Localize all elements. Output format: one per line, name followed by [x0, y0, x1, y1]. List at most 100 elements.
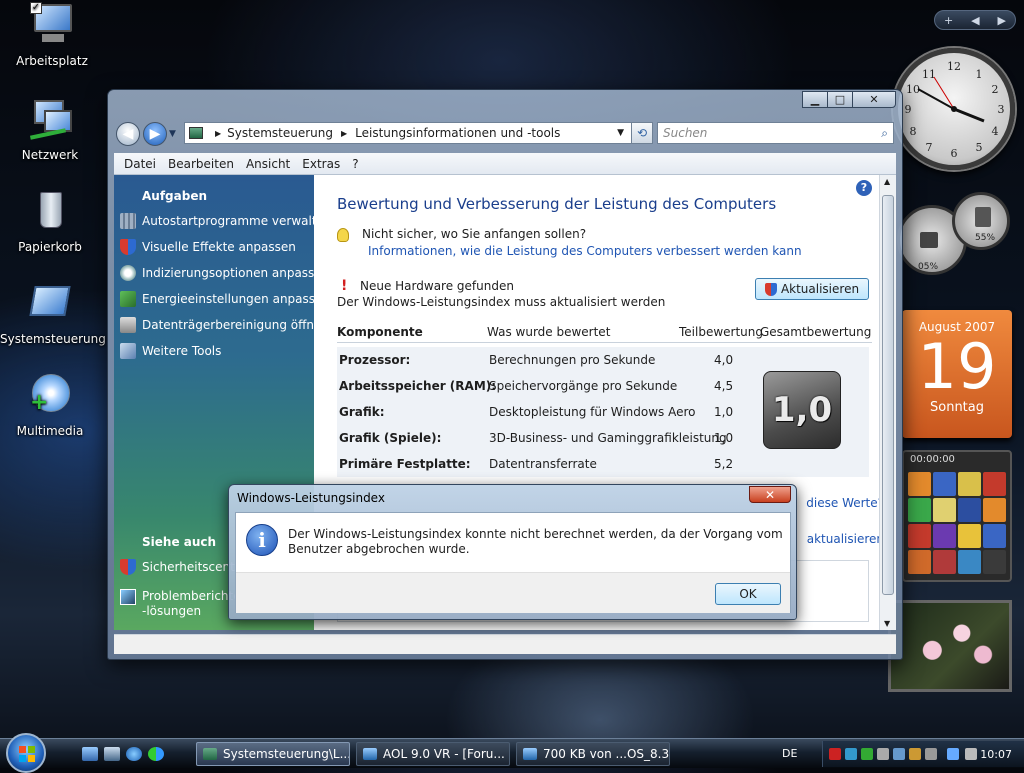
desktop-icon-recycle-bin[interactable]: Papierkorb [0, 188, 100, 254]
slideshow-gadget[interactable] [888, 600, 1012, 692]
update-button[interactable]: Aktualisieren [755, 278, 869, 300]
memory-gauge[interactable]: 55% [952, 192, 1010, 250]
show-desktop-icon[interactable] [82, 747, 98, 761]
memory-icon [975, 207, 991, 227]
component-name: Grafik: [339, 405, 385, 419]
task-label: Datenträgerbereinigung öffnen [142, 318, 330, 332]
volume-icon[interactable] [965, 748, 977, 760]
maximize-button[interactable]: □ [827, 91, 853, 108]
start-button[interactable] [6, 733, 46, 773]
error-dialog[interactable]: Windows-Leistungsindex ✕ i Der Windows-L… [228, 484, 797, 620]
tray-app-icon[interactable] [925, 748, 937, 760]
tray-app-icon[interactable] [877, 748, 889, 760]
task-power[interactable]: Energieeinstellungen anpassen [114, 286, 330, 312]
grid-icon [120, 213, 136, 229]
component-name: Prozessor: [339, 353, 411, 367]
clock-gadget[interactable]: 12 3 6 9 1245 7 8 10 11 [893, 48, 1015, 170]
previous-icon[interactable]: ◀ [971, 14, 979, 27]
calendar-gadget[interactable]: August 2007 19 Sonntag [902, 310, 1012, 438]
component-name: Grafik (Spiele): [339, 431, 442, 445]
calendar-day: 19 [917, 330, 997, 403]
ok-button[interactable]: OK [715, 583, 781, 605]
switch-windows-icon[interactable] [104, 747, 120, 761]
taskbar-button-download[interactable]: 700 KB von ...OS_8.3... [516, 742, 670, 766]
next-icon[interactable]: ▶ [998, 14, 1006, 27]
menu-help[interactable]: ? [346, 157, 364, 171]
taskbar-button-label: Systemsteuerung\L... [223, 747, 350, 761]
vertical-scrollbar[interactable]: ▲ ▼ [879, 175, 896, 630]
rated-what: Desktopleistung für Windows Aero [489, 405, 696, 419]
svg-text:12: 12 [947, 60, 961, 73]
internet-explorer-icon[interactable] [126, 747, 142, 761]
desktop-icon-computer[interactable]: ✓ Arbeitsplatz [2, 2, 102, 68]
sidebar-controls[interactable]: + ◀ ▶ [934, 10, 1016, 30]
problem-reports-icon [120, 589, 136, 605]
menu-ansicht[interactable]: Ansicht [240, 157, 296, 171]
tray-app-icon[interactable] [909, 748, 921, 760]
taskbar-clock[interactable]: 10:07 [980, 748, 1012, 761]
tip-link[interactable]: Informationen, wie die Leistung des Comp… [368, 244, 802, 258]
hw-text: Der Windows-Leistungsindex muss aktualis… [337, 295, 666, 309]
windows-logo-icon [19, 746, 35, 762]
search-icon[interactable]: ⌕ [881, 126, 888, 141]
update-button-label: Aktualisieren [780, 282, 860, 296]
rated-what: 3D-Business- und Gaminggrafikleistung [489, 431, 727, 445]
table-row: Primäre Festplatte: Datentransferrate 5,… [337, 451, 737, 477]
column-header: Teilbewertung [679, 325, 764, 339]
ati-icon[interactable] [829, 748, 841, 760]
scroll-up-icon[interactable]: ▲ [884, 177, 890, 186]
address-bar[interactable]: ▶ Systemsteuerung ▶ Leistungsinformation… [184, 122, 649, 144]
task-visual-effects[interactable]: Visuelle Effekte anpassen [114, 234, 314, 260]
tray-app-icon[interactable] [861, 748, 873, 760]
task-disk-cleanup[interactable]: Datenträgerbereinigung öffnen [114, 312, 329, 338]
scroll-down-icon[interactable]: ▼ [884, 619, 890, 628]
search-input[interactable]: Suchen ⌕ [657, 122, 894, 144]
subscore: 1,0 [714, 431, 734, 445]
desktop-icon-multimedia[interactable]: + Multimedia [0, 372, 100, 438]
taskbar-button-label: AOL 9.0 VR - [Foru... [383, 747, 505, 761]
puzzle-timer: 00:00:00 [910, 454, 955, 465]
puzzle-grid[interactable] [908, 472, 1006, 574]
desktop-icon-label: Netzwerk [21, 148, 79, 162]
task-autostart[interactable]: Autostartprogramme verwalten [114, 208, 332, 234]
status-bar [114, 634, 896, 654]
menu-extras[interactable]: Extras [296, 157, 346, 171]
notification-area: 10:07 [822, 741, 1024, 767]
picture-puzzle-gadget[interactable]: 00:00:00 [902, 450, 1012, 582]
menu-bearbeiten[interactable]: Bearbeiten [162, 157, 240, 171]
messenger-icon[interactable] [148, 747, 164, 761]
desktop-icon-network[interactable]: Netzwerk [0, 96, 100, 162]
tray-app-icon[interactable] [893, 748, 905, 760]
desktop-icon-control-panel[interactable]: Systemsteuerung [0, 280, 106, 346]
breadcrumb-systemsteuerung[interactable]: Systemsteuerung [227, 126, 333, 140]
computer-icon: ✓ [28, 2, 76, 50]
close-button[interactable]: ✕ [852, 91, 896, 108]
indexing-icon [120, 265, 136, 281]
scroll-thumb[interactable] [882, 195, 894, 595]
rated-what: Berechnungen pro Sekunde [489, 353, 656, 367]
menu-datei[interactable]: Datei [118, 157, 162, 171]
task-indexing[interactable]: Indizierungsoptionen anpassen [114, 260, 329, 286]
task-more-tools[interactable]: Weitere Tools [114, 338, 314, 364]
see-also-heading: Siehe auch [142, 535, 217, 549]
minimize-button[interactable]: ▁ [802, 91, 828, 108]
score-table: Prozessor: Berechnungen pro Sekunde 4,0 … [337, 347, 869, 477]
column-header: Komponente [337, 325, 423, 339]
taskbar-button-control-panel[interactable]: Systemsteuerung\L... [196, 742, 350, 766]
address-dropdown-icon[interactable]: ▼ [617, 128, 624, 138]
clock-face: 12369 1245 781011 [905, 60, 1005, 160]
taskbar-button-aol[interactable]: AOL 9.0 VR - [Foru... [356, 742, 510, 766]
control-panel-small-icon [189, 127, 203, 139]
breadcrumb-leistung[interactable]: Leistungsinformationen und -tools [355, 126, 560, 140]
dialog-close-button[interactable]: ✕ [749, 486, 791, 503]
subscore: 1,0 [714, 405, 734, 419]
tray-app-icon[interactable] [845, 748, 857, 760]
help-icon[interactable]: ? [856, 180, 872, 196]
refresh-button[interactable]: ⟲ [631, 122, 653, 144]
language-indicator[interactable]: DE [782, 747, 797, 760]
forward-button[interactable]: ▶ [143, 122, 167, 146]
add-gadget-icon[interactable]: + [944, 14, 953, 27]
network-tray-icon[interactable] [947, 748, 959, 760]
back-button[interactable]: ◀ [116, 122, 140, 146]
history-dropdown-icon[interactable]: ▼ [169, 129, 176, 139]
